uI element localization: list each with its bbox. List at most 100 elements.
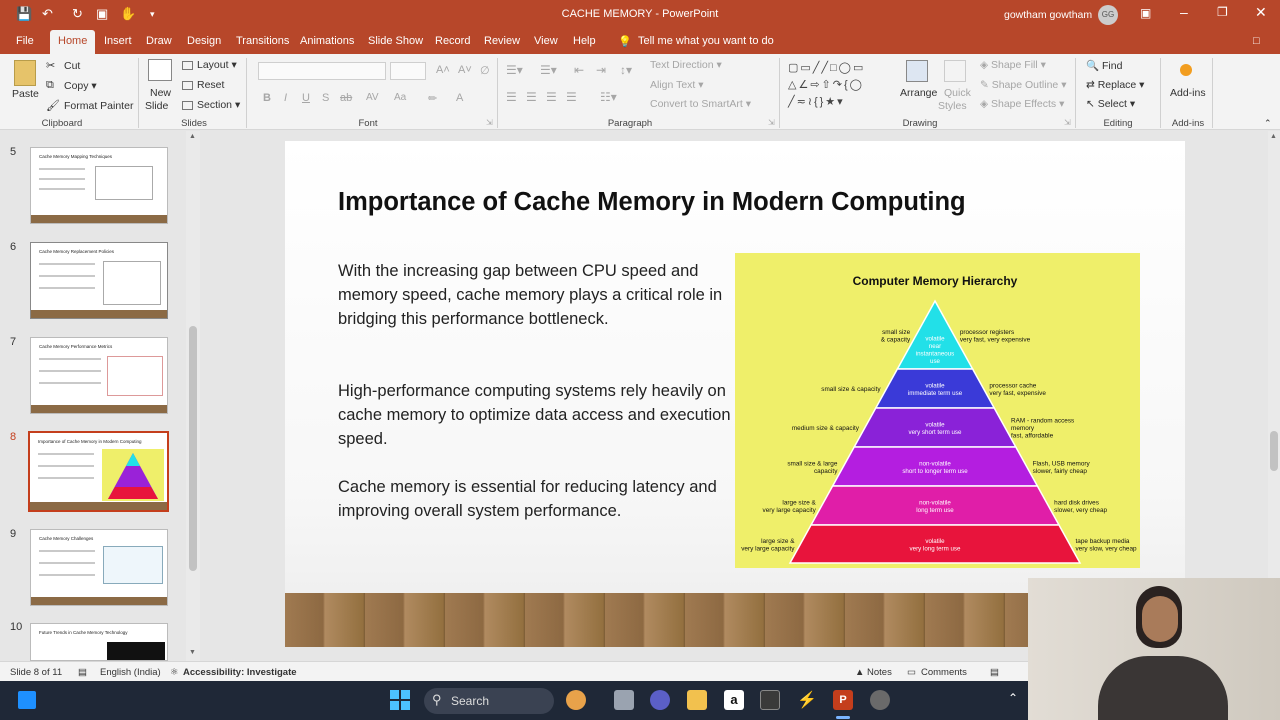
highlight-icon[interactable]: ✏ [428,92,437,105]
select-button[interactable]: ↖ Select ▾ [1086,98,1135,110]
scroll-down-icon[interactable]: ▼ [189,649,196,656]
scroll-up-icon[interactable]: ▲ [189,133,196,140]
align-right-icon[interactable]: ☰ [546,90,557,104]
widgets-icon[interactable] [18,691,36,709]
font-size-field[interactable] [390,62,426,80]
layout-button[interactable]: Layout ▾ [182,59,237,71]
avatar[interactable]: GG [1098,5,1118,25]
replace-button[interactable]: ⇄ Replace ▾ [1086,79,1144,91]
italic-icon[interactable]: I [284,92,287,104]
char-spacing-icon[interactable]: AV [366,92,379,103]
close-icon[interactable]: ✕ [1255,4,1267,21]
quick-styles-label-2[interactable]: Styles [938,100,967,112]
shape-outline-button[interactable]: ✎ Shape Outline ▾ [980,79,1066,91]
numbering-icon[interactable]: ☰▾ [540,63,557,77]
spell-check-icon[interactable]: ▤ [78,667,87,678]
store-icon[interactable] [760,690,780,710]
change-case-icon[interactable]: Aa [394,92,406,103]
bullet-paragraph[interactable]: With the increasing gap between CPU spee… [338,259,738,331]
people-icon[interactable] [566,690,586,710]
tab-draw[interactable]: Draw [146,35,172,47]
slide-thumbnail-7[interactable]: Cache Memory Performance Metrics [30,337,168,414]
slide-thumbnail-9[interactable]: Cache Memory Challenges [30,529,168,606]
paste-button[interactable]: Paste [12,88,39,100]
shrink-font-icon[interactable]: A˅ [458,64,472,76]
reset-button[interactable]: Reset [182,79,224,91]
amazon-icon[interactable]: a [724,690,744,710]
tab-record[interactable]: Record [435,35,470,47]
new-slide-label-1[interactable]: New [150,87,171,99]
convert-smartart-button[interactable]: Convert to SmartArt ▾ [650,98,751,110]
bolt-app-icon[interactable]: ⚡ [797,690,817,710]
collapse-ribbon-icon[interactable]: ⌃ [1264,118,1272,129]
slide-thumbnail-8[interactable]: Importance of Cache Memory in Modern Com… [28,431,169,512]
font-name-field[interactable] [258,62,386,80]
paste-icon[interactable] [14,60,36,86]
font-dialog-launcher-icon[interactable]: ⇲ [486,118,493,127]
memory-hierarchy-image[interactable]: Computer Memory Hierarchy volatile near in… [735,253,1140,568]
scroll-thumb[interactable] [189,326,197,571]
quick-styles-label-1[interactable]: Quick [944,87,971,99]
tell-me-search[interactable]: Tell me what you want to do [638,35,774,47]
new-slide-label-2[interactable]: Slide [145,100,168,112]
columns-icon[interactable]: ☷▾ [600,90,617,104]
tab-home[interactable]: Home [50,30,96,54]
slide-thumbnail-10[interactable]: Future Trends in Cache Memory Technology [30,623,168,661]
bullet-paragraph[interactable]: Cache memory is essential for reducing l… [338,475,738,523]
addins-button[interactable]: Add-ins [1170,87,1206,99]
slide-title[interactable]: Importance of Cache Memory in Modern Com… [338,188,966,217]
new-slide-icon[interactable] [148,59,172,81]
shape-fill-button[interactable]: ◈ Shape Fill ▾ [980,59,1046,71]
align-center-icon[interactable]: ☰ [526,90,537,104]
thumbnail-scrollbar[interactable]: ▲ ▼ [186,131,200,661]
increase-indent-icon[interactable]: ⇥ [596,63,606,77]
powerpoint-icon[interactable]: P [833,690,853,710]
justify-icon[interactable]: ☰ [566,90,577,104]
tab-file[interactable]: File [16,35,34,47]
maximize-icon[interactable]: ❐ [1217,5,1228,19]
strikethrough-icon[interactable]: ab [340,92,352,104]
taskbar-search[interactable]: ⚲ Search [424,688,554,714]
task-view-icon[interactable] [614,690,634,710]
recording-app-icon[interactable] [870,690,890,710]
shadow-icon[interactable]: S [322,92,329,104]
file-explorer-icon[interactable] [687,690,707,710]
shapes-gallery[interactable]: ▢▭╱╱□◯▭ △∠⇨⇧↷{◯ ╱≂≀{}★▾ [788,60,883,112]
teams-chat-icon[interactable] [650,690,670,710]
slide-thumbnail-6[interactable]: Cache Memory Replacement Policies [30,242,168,319]
clear-format-icon[interactable]: ∅ [480,64,490,77]
align-left-icon[interactable]: ☰ [506,90,517,104]
font-color-icon[interactable]: A [456,92,463,104]
comments-button[interactable]: Comments [921,667,967,678]
quick-styles-icon[interactable] [944,60,966,82]
windows-start-icon[interactable] [390,690,410,710]
notes-button[interactable]: Notes [867,667,892,678]
format-painter-button[interactable]: 🖌 Format Painter [46,99,133,113]
scroll-up-icon[interactable]: ▲ [1270,133,1277,140]
addins-icon[interactable] [1180,64,1192,76]
drawing-dialog-launcher-icon[interactable]: ⇲ [1064,118,1071,127]
decrease-indent-icon[interactable]: ⇤ [574,63,584,77]
comments-icon[interactable]: □ [1253,35,1260,47]
find-button[interactable]: 🔍 Find [1086,59,1122,72]
grow-font-icon[interactable]: A˄ [436,64,450,76]
shape-effects-button[interactable]: ◈ Shape Effects ▾ [980,98,1064,110]
tab-animations[interactable]: Animations [300,35,354,47]
underline-icon[interactable]: U [302,92,310,104]
arrange-icon[interactable] [906,60,928,82]
slide-count[interactable]: Slide 8 of 11 [10,667,62,678]
tab-slide-show[interactable]: Slide Show [368,35,423,47]
show-hidden-icons[interactable]: ⌃ [1008,691,1018,705]
language[interactable]: English (India) [100,667,161,678]
scroll-thumb[interactable] [1270,431,1278,471]
minimize-icon[interactable]: – [1180,4,1188,20]
arrange-button[interactable]: Arrange [900,87,937,99]
tab-review[interactable]: Review [484,35,520,47]
tab-help[interactable]: Help [573,35,596,47]
accessibility-status[interactable]: Accessibility: Investigate [183,667,297,678]
cut-button[interactable]: ✂ Cut [46,59,80,73]
slide-thumbnail-5[interactable]: Cache Memory Mapping Techniques [30,147,168,224]
text-direction-button[interactable]: Text Direction ▾ [650,59,722,71]
ribbon-display-icon[interactable]: ▣ [1140,6,1151,20]
copy-button[interactable]: ⧉ Copy ▾ [46,79,97,93]
